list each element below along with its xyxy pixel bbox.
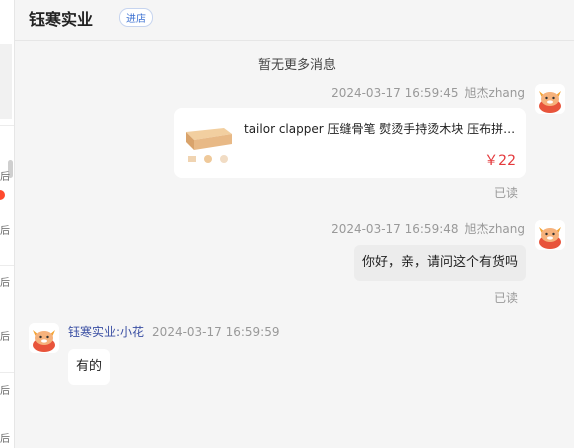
unread-dot: [0, 190, 5, 200]
list-item-snippet[interactable]: 后: [0, 328, 10, 343]
message-bubble-outgoing[interactable]: 你好，亲，请问这个有货吗: [353, 245, 526, 281]
read-status: 已读: [493, 186, 518, 200]
list-item-snippet[interactable]: 后: [0, 168, 10, 183]
read-status: 已读: [493, 291, 518, 305]
message-bubble-incoming[interactable]: 有的: [68, 349, 111, 385]
wooden-clapper-product-image: [184, 118, 236, 170]
message-meta: 2024-03-17 16:59:45 旭杰zhang: [331, 84, 525, 101]
message-sender: 旭杰zhang: [464, 222, 525, 236]
list-item-snippet[interactable]: 后: [0, 274, 10, 289]
list-item-snippet[interactable]: 后: [0, 430, 10, 445]
list-divider: [0, 265, 14, 266]
chat-header: 钰寒实业 进店: [15, 0, 574, 41]
product-card[interactable]: tailor clapper 压缝骨笔 熨烫手持烫木块 压布拼布用布匠... ￥…: [174, 108, 526, 178]
shop-name[interactable]: 钰寒实业: [29, 6, 93, 30]
message-sender: 旭杰zhang: [464, 86, 525, 100]
list-divider: [0, 372, 14, 373]
message-time: 2024-03-17 16:59:45: [331, 86, 459, 100]
message-meta: 2024-03-17 16:59:48 旭杰zhang: [331, 220, 525, 237]
list-divider: [0, 125, 14, 126]
product-title[interactable]: tailor clapper 压缝骨笔 熨烫手持烫木块 压布拼布用布匠...: [244, 120, 516, 137]
list-item-snippet[interactable]: 后: [0, 382, 10, 397]
message-time: 2024-03-17 16:59:59: [152, 325, 280, 339]
message-meta: 钰寒实业:小花 2024-03-17 16:59:59: [68, 323, 280, 340]
enter-shop-button[interactable]: 进店: [119, 8, 153, 27]
product-price: ￥22: [484, 153, 516, 169]
orange-cartoon-avatar-icon[interactable]: [535, 84, 565, 114]
orange-cartoon-avatar-icon[interactable]: [29, 323, 59, 353]
message-sender[interactable]: 钰寒实业:小花: [68, 325, 144, 339]
no-more-messages: 暂无更多消息: [257, 58, 336, 73]
list-item-snippet[interactable]: 后: [0, 222, 10, 237]
message-time: 2024-03-17 16:59:48: [331, 222, 459, 236]
orange-cartoon-avatar-icon[interactable]: [535, 220, 565, 250]
